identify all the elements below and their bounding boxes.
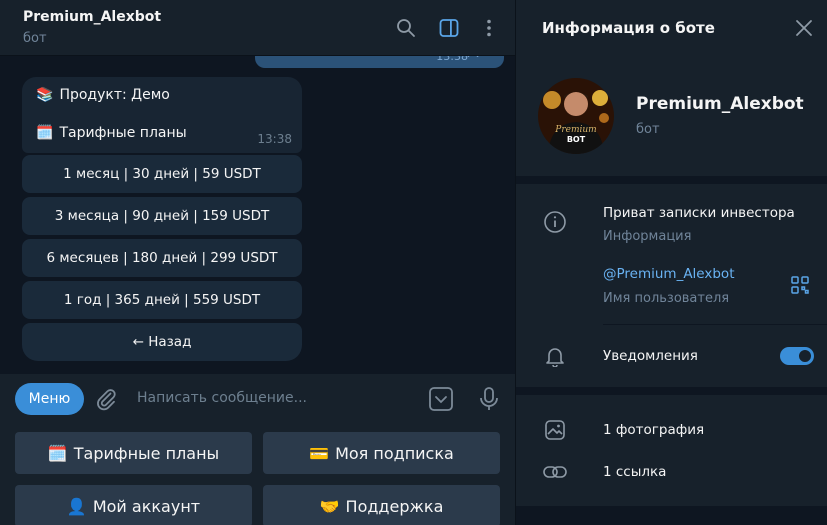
- card-emoji-icon: 💳: [309, 443, 330, 463]
- notifications-label: Уведомления: [603, 348, 698, 364]
- chat-subtitle: бот: [23, 31, 47, 46]
- avatar-text-premium: Premium: [554, 125, 596, 135]
- avatar-text-bot: BOT: [567, 135, 586, 144]
- bot-description-label: Информация: [603, 229, 692, 244]
- keyboard-button-subscription[interactable]: 💳 Моя подписка: [263, 432, 500, 474]
- books-emoji-icon: 📚: [36, 87, 54, 103]
- keyboard-button-support[interactable]: 🤝 Поддержка: [263, 485, 500, 525]
- username-label: Имя пользователя: [603, 291, 730, 306]
- message-line-product: 📚 Продукт: Демо: [36, 87, 170, 103]
- keyboard-button-plans[interactable]: 🗓️ Тарифные планы: [15, 432, 252, 474]
- calendar-emoji-icon: 🗓️: [47, 443, 68, 463]
- plan-button-6-months[interactable]: 6 месяцев | 180 дней | 299 USDT: [22, 239, 302, 277]
- section-separator: [516, 387, 827, 395]
- row-divider: [603, 324, 827, 325]
- keyboard-button-account[interactable]: 👤 Мой аккаунт: [15, 485, 252, 525]
- calendar-emoji-icon: 🗓️: [36, 125, 54, 141]
- photo-icon: [542, 417, 568, 443]
- bot-info-panel: Информация о боте Premium BOT Premium_Al…: [515, 0, 827, 525]
- plans-heading: Тарифные планы: [59, 125, 187, 141]
- more-vert-icon[interactable]: [477, 16, 501, 40]
- keyboard-button-label: Мой аккаунт: [92, 496, 201, 516]
- bot-menu-button[interactable]: Меню: [15, 383, 84, 415]
- message-time: 13:38: [257, 132, 292, 146]
- message-composer: Меню Написать сообщение...: [0, 374, 515, 424]
- qr-code-icon[interactable]: [791, 276, 809, 298]
- sidebar-toggle-icon[interactable]: [437, 16, 461, 40]
- plan-button-1-year[interactable]: 1 год | 365 дней | 559 USDT: [22, 281, 302, 319]
- keyboard-button-label: Моя подписка: [335, 443, 454, 463]
- plan-button-3-months[interactable]: 3 месяца | 90 дней | 159 USDT: [22, 197, 302, 235]
- bot-type-label: бот: [636, 122, 660, 137]
- emoji-keyboard-icon[interactable]: [428, 386, 454, 416]
- section-separator: [516, 176, 827, 184]
- bot-avatar[interactable]: Premium BOT: [538, 78, 614, 154]
- bot-message: 📚 Продукт: Демо 🗓️ Тарифные планы 13:38: [22, 77, 302, 153]
- attach-icon[interactable]: [94, 387, 118, 415]
- info-icon: [542, 209, 568, 235]
- search-icon[interactable]: [394, 16, 418, 40]
- bot-username[interactable]: @Premium_Alexbot: [603, 266, 735, 282]
- notifications-toggle[interactable]: [780, 347, 814, 365]
- links-count[interactable]: 1 ссылка: [603, 464, 666, 480]
- message-input[interactable]: Написать сообщение...: [137, 390, 307, 406]
- keyboard-button-label: Тарифные планы: [73, 443, 220, 463]
- chat-area: Premium_Alexbot бот 13:38 ✓✓ 📚 Продукт: …: [0, 0, 515, 525]
- bot-description: Приват записки инвестора: [603, 205, 795, 221]
- chat-title[interactable]: Premium_Alexbot: [23, 9, 161, 25]
- mic-icon[interactable]: [478, 386, 500, 416]
- person-emoji-icon: 👤: [66, 496, 87, 516]
- bell-icon: [542, 343, 568, 369]
- bot-name: Premium_Alexbot: [636, 94, 804, 114]
- section-separator: [516, 506, 827, 525]
- panel-title: Информация о боте: [542, 19, 715, 37]
- close-icon[interactable]: [793, 17, 815, 39]
- plan-button-1-month[interactable]: 1 месяц | 30 дней | 59 USDT: [22, 155, 302, 193]
- product-label: Продукт:: [59, 87, 127, 103]
- chat-header[interactable]: Premium_Alexbot бот: [0, 0, 515, 56]
- photos-count[interactable]: 1 фотография: [603, 422, 704, 438]
- product-value: Демо: [131, 87, 170, 103]
- message-line-plans: 🗓️ Тарифные планы: [36, 125, 187, 141]
- handshake-emoji-icon: 🤝: [319, 496, 340, 516]
- back-button[interactable]: ← Назад: [22, 323, 302, 361]
- toggle-knob: [797, 348, 813, 364]
- reply-keyboard: 🗓️ Тарифные планы 💳 Моя подписка 👤 Мой а…: [0, 424, 515, 525]
- keyboard-button-label: Поддержка: [345, 496, 444, 516]
- link-icon: [542, 459, 568, 485]
